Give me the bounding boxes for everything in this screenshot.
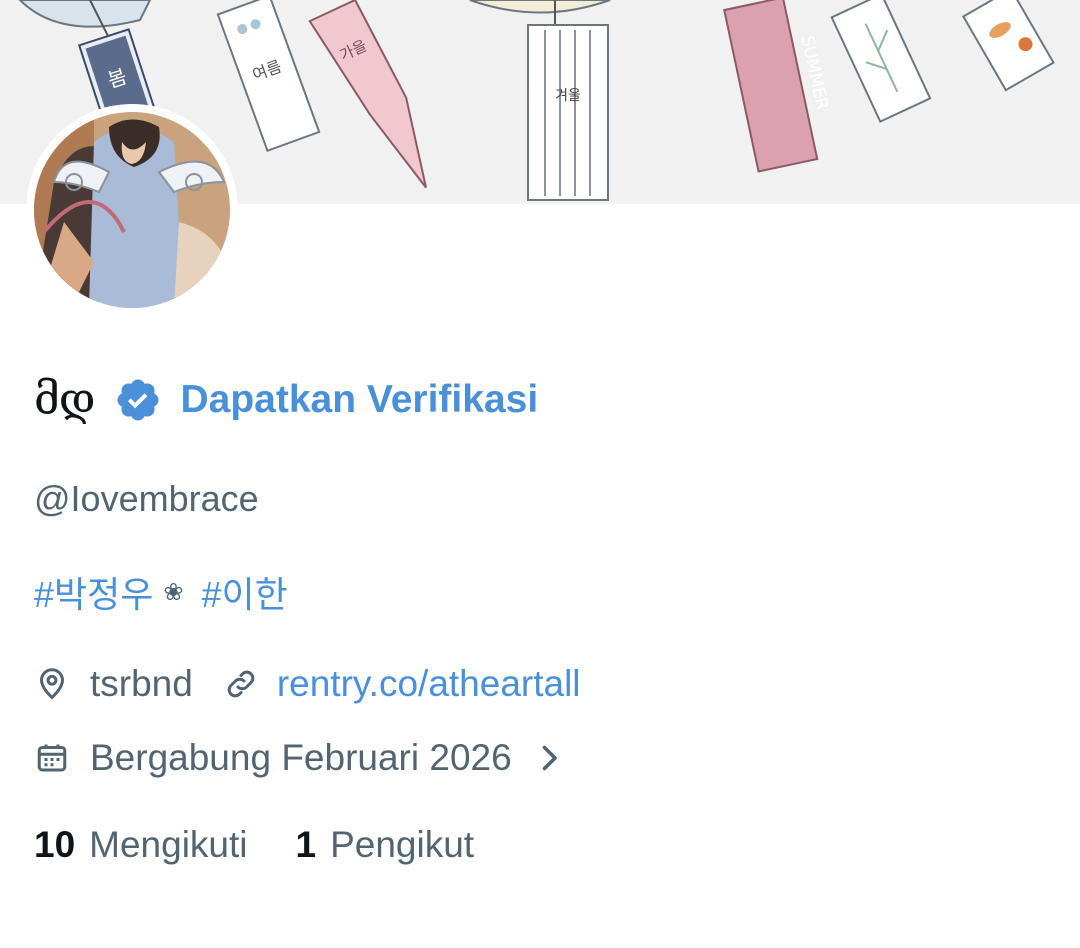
followers-stat[interactable]: 1 Pengikut	[296, 824, 475, 866]
profile-meta-row-1: tsrbnd rentry.co/atheartall	[34, 660, 581, 708]
profile-joined-date: Bergabung Februari 2026	[90, 737, 512, 778]
profile-handle: @Iovembrace	[34, 478, 259, 519]
banner-tag-4-text: 겨울	[555, 88, 581, 104]
display-name: მდ	[34, 374, 95, 425]
get-verified-link[interactable]: Dapatkan Verifikasi	[180, 378, 538, 422]
profile-avatar[interactable]	[26, 104, 238, 316]
profile-stats: 10 Mengikuti 1 Pengikut	[34, 820, 474, 870]
profile-bio: #박정우 ❀ #이한	[34, 566, 288, 618]
profile-meta-row-2[interactable]: Bergabung Februari 2026	[34, 734, 564, 782]
bio-hashtag-1[interactable]: #박정우	[34, 566, 153, 618]
followers-label: Pengikut	[330, 824, 475, 865]
location-pin-icon	[34, 666, 70, 702]
followers-count: 1	[295, 824, 317, 865]
bio-hashtag-2[interactable]: #이한	[202, 566, 288, 618]
verified-badge-icon[interactable]	[114, 376, 162, 424]
avatar-image	[34, 112, 230, 308]
profile-name-row: მდ Dapatkan Verifikasi	[34, 370, 538, 430]
profile-page: 봄 여름 가을 겨울 SUMMER მდ Dapatkan Verifikasi…	[0, 0, 1080, 948]
link-icon	[223, 666, 259, 702]
profile-location: tsrbnd	[90, 663, 193, 704]
chevron-right-icon[interactable]	[534, 740, 564, 776]
following-count: 10	[34, 824, 76, 865]
flower-glyph: ❀	[163, 578, 184, 606]
calendar-icon	[34, 740, 70, 776]
profile-website-link[interactable]: rentry.co/atheartall	[277, 663, 581, 705]
following-label: Mengikuti	[89, 824, 248, 865]
following-stat[interactable]: 10 Mengikuti	[34, 824, 248, 866]
